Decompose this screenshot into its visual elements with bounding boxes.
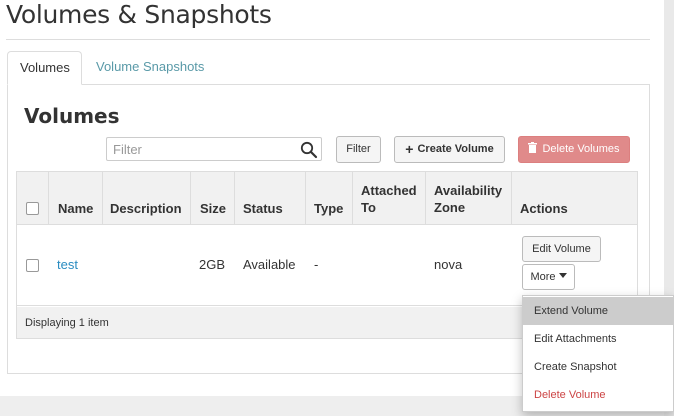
cell-size: 2GB [199,257,226,272]
header-status[interactable]: Status [243,200,283,217]
cell-type: - [314,257,319,272]
caret-down-icon [558,273,567,278]
more-actions-menu: Extend Volume Edit Attachments Create Sn… [522,295,674,412]
header-zone-line1[interactable]: Availability [434,182,502,199]
header-size[interactable]: Size [200,200,226,217]
header-type[interactable]: Type [314,200,343,217]
table-header: Name Description Size Status Type Attach… [17,172,637,225]
select-all-checkbox[interactable] [26,202,39,215]
search-icon[interactable] [300,141,318,159]
more-label: More [530,271,556,283]
plus-icon: + [405,141,414,157]
header-name[interactable]: Name [58,200,93,217]
delete-volumes-label: Delete Volumes [542,143,620,155]
delete-volumes-button[interactable]: Delete Volumes [518,136,630,163]
edit-volume-button[interactable]: Edit Volume [522,236,601,262]
header-description[interactable]: Description [110,200,182,217]
tab-volume-snapshots[interactable]: Volume Snapshots [84,51,216,85]
cell-status: Available [243,257,296,272]
filter-button[interactable]: Filter [336,136,381,163]
trash-icon [528,142,538,153]
header-attached-to-line2[interactable]: To [361,199,376,216]
menu-item-edit-attachments[interactable]: Edit Attachments [523,325,673,353]
create-volume-button[interactable]: + Create Volume [394,136,505,163]
title-divider [6,39,650,40]
cell-zone: nova [434,257,463,272]
cell-name: test [57,257,78,272]
more-actions-button[interactable]: More [522,264,575,290]
menu-item-extend-volume[interactable]: Extend Volume [523,297,673,325]
header-attached-to-line1[interactable]: Attached [361,182,417,199]
tab-volumes[interactable]: Volumes [7,51,82,85]
volume-name-link[interactable]: test [57,257,78,272]
item-count: Displaying 1 item [25,317,109,329]
row-checkbox[interactable] [26,259,39,272]
header-zone-line2[interactable]: Zone [434,199,465,216]
menu-item-delete-volume[interactable]: Delete Volume [523,381,673,409]
section-title: Volumes [24,104,120,128]
filter-input[interactable] [106,137,322,161]
header-actions: Actions [520,201,568,216]
menu-item-create-snapshot[interactable]: Create Snapshot [523,353,673,381]
page-title: Volumes & Snapshots [6,0,272,29]
create-volume-label: Create Volume [417,143,494,155]
